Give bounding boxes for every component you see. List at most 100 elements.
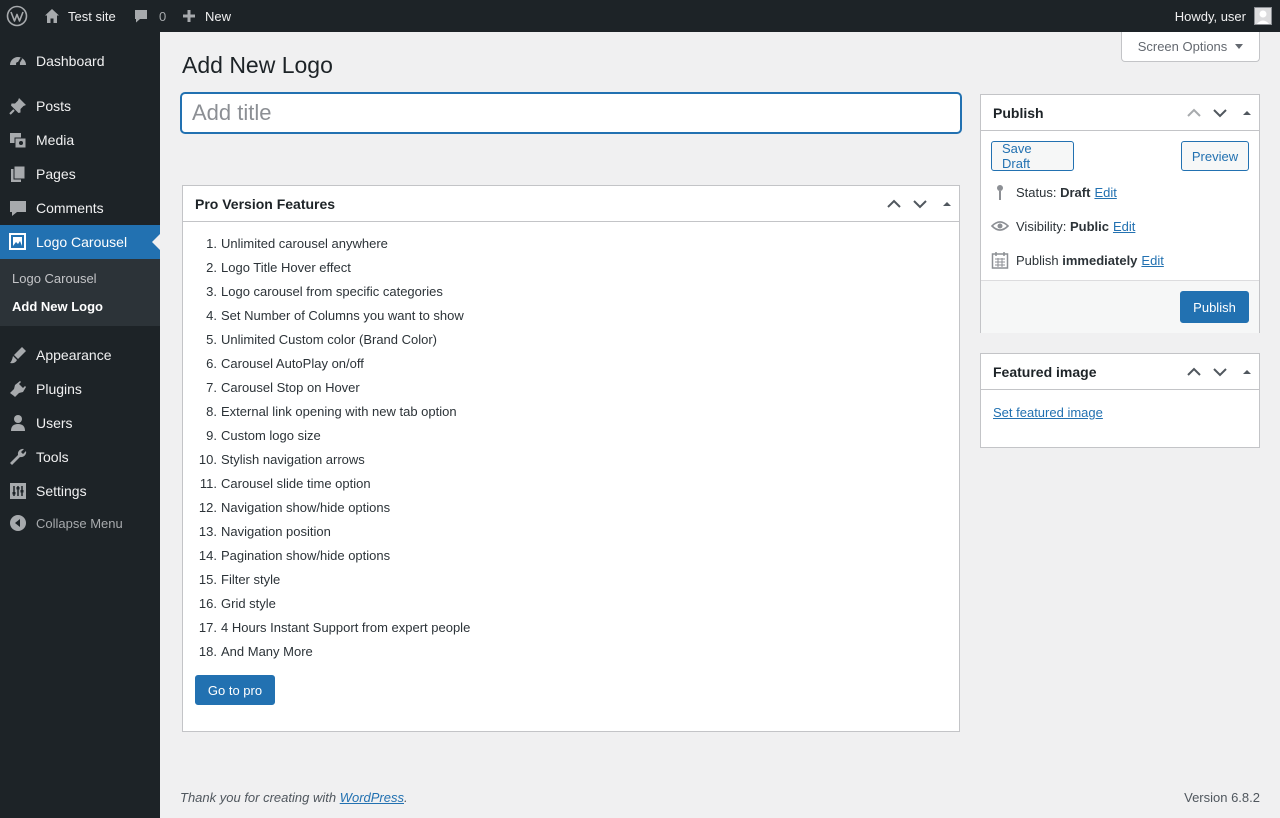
wordpress-logo-icon[interactable] <box>6 0 28 32</box>
screen-options-button[interactable]: Screen Options <box>1121 32 1260 62</box>
brush-icon <box>8 345 28 365</box>
sidebar-item-users[interactable]: Users <box>0 406 160 440</box>
comment-icon <box>8 198 28 218</box>
sidebar-item-pages[interactable]: Pages <box>0 157 160 191</box>
sidebar-item-label: Comments <box>36 200 104 216</box>
home-icon <box>44 8 60 24</box>
sidebar-item-label: Posts <box>36 98 72 114</box>
collapse-menu-button[interactable]: Collapse Menu <box>0 506 160 540</box>
visibility-value: Public <box>1069 218 1109 234</box>
comments-count: 0 <box>159 8 167 24</box>
sidebar-item-label: Settings <box>36 483 87 499</box>
sidebar-item-logo-carousel[interactable]: Logo Carousel <box>0 225 160 259</box>
new-label: New <box>205 8 232 24</box>
sidebar-item-tools[interactable]: Tools <box>0 440 160 474</box>
admin-sidebar: Dashboard Posts Media Pages Comments Log… <box>0 32 160 818</box>
sidebar-item-label: Media <box>36 132 75 148</box>
dashboard-icon <box>8 51 28 71</box>
edit-publish-date-link[interactable]: Edit <box>1141 253 1163 268</box>
move-down-chevron-icon[interactable] <box>910 194 930 214</box>
pro-features-box: Pro Version Features 1. Unlimited carouse… <box>182 185 960 732</box>
move-down-chevron-icon[interactable] <box>1210 103 1230 123</box>
edit-status-link[interactable]: Edit <box>1094 185 1116 200</box>
sidebar-item-label: Plugins <box>36 381 82 397</box>
go-to-pro-button[interactable]: Go to pro <box>195 675 275 705</box>
plug-icon <box>8 379 28 399</box>
collapse-arrow-icon <box>8 513 28 533</box>
screen-options-label: Screen Options <box>1137 39 1228 54</box>
list-item: 4. Set Number of Columns you want to show <box>206 308 464 323</box>
comment-bubble-icon <box>133 8 149 24</box>
my-account-link[interactable]: Howdy, user <box>1175 0 1272 32</box>
sidebar-item-settings[interactable]: Settings <box>0 474 160 508</box>
collapse-menu-label: Collapse Menu <box>36 515 123 531</box>
edit-visibility-link[interactable]: Edit <box>1113 219 1135 234</box>
howdy-label: Howdy, user <box>1174 8 1246 24</box>
sidebar-item-comments[interactable]: Comments <box>0 191 160 225</box>
move-down-chevron-icon[interactable] <box>1210 362 1230 382</box>
new-content-link[interactable]: New <box>181 0 231 32</box>
comments-link[interactable]: 0 <box>133 0 166 32</box>
move-up-chevron-icon[interactable] <box>1184 103 1204 123</box>
sidebar-item-label: Logo Carousel <box>36 234 128 250</box>
publish-value: immediately <box>1062 252 1138 268</box>
sidebar-item-dashboard[interactable]: Dashboard <box>0 44 160 78</box>
sidebar-item-appearance[interactable]: Appearance <box>0 338 160 372</box>
post-title-input[interactable] <box>181 93 961 133</box>
calendar-icon <box>991 251 1009 269</box>
sidebar-item-label: Users <box>36 415 73 431</box>
publish-label: Publish <box>1016 252 1059 268</box>
site-name-link[interactable]: Test site <box>44 0 116 32</box>
list-item: 12. Navigation show/hide options <box>198 500 391 515</box>
list-item: 18. And Many More <box>198 644 313 659</box>
move-up-chevron-icon[interactable] <box>1184 362 1204 382</box>
sidebar-item-label: Pages <box>36 166 76 182</box>
list-item: 1. Unlimited carousel anywhere <box>206 236 388 251</box>
preview-button[interactable]: Preview <box>1181 141 1249 171</box>
images-icon <box>8 232 28 252</box>
list-item: 8. External link opening with new tab opt… <box>206 404 457 419</box>
status-row: Status: Draft Edit <box>991 183 1117 201</box>
toggle-panel-icon[interactable] <box>1237 362 1257 382</box>
wordpress-link[interactable]: WordPress <box>340 790 404 805</box>
list-item: 14. Pagination show/hide options <box>198 548 391 563</box>
publish-actions: Publish <box>981 280 1259 333</box>
set-featured-image-link[interactable]: Set featured image <box>993 405 1103 420</box>
featured-image-header: Featured image <box>981 354 1259 390</box>
submenu-item-logo-carousel[interactable]: Logo Carousel <box>12 271 97 286</box>
sidebar-item-plugins[interactable]: Plugins <box>0 372 160 406</box>
pages-icon <box>8 164 28 184</box>
pro-features-list: 1. Unlimited carousel anywhere 2. Logo Tit… <box>195 232 470 664</box>
list-item: 11. Carousel slide time option <box>199 476 371 491</box>
list-item: 7. Carousel Stop on Hover <box>206 380 360 395</box>
admin-bar: Test site 0 New Howdy, user <box>0 0 1280 32</box>
eye-icon <box>990 217 1010 235</box>
featured-image-box: Featured image Set featured image <box>980 353 1260 448</box>
move-up-chevron-icon[interactable] <box>884 194 904 214</box>
publish-header: Publish <box>981 95 1259 131</box>
caret-down-icon <box>1235 44 1244 49</box>
list-item: 16. Grid style <box>198 596 276 611</box>
footer-version: Version 6.8.2 <box>1184 790 1260 805</box>
publish-title: Publish <box>993 105 1044 121</box>
status-value: Draft <box>1060 184 1091 200</box>
sidebar-item-media[interactable]: Media <box>0 123 160 157</box>
visibility-label: Visibility: <box>1016 218 1067 234</box>
status-label: Status: <box>1016 184 1057 200</box>
list-item: 3. Logo carousel from specific categories <box>206 284 443 299</box>
publish-date-row: Publish immediately Edit <box>991 251 1164 269</box>
site-name-label: Test site <box>68 8 116 24</box>
wrench-icon <box>8 447 28 467</box>
toggle-panel-icon[interactable] <box>937 194 957 214</box>
save-draft-button[interactable]: Save Draft <box>991 141 1074 171</box>
list-item: 9. Custom logo size <box>206 428 321 443</box>
sidebar-item-posts[interactable]: Posts <box>0 89 160 123</box>
toggle-panel-icon[interactable] <box>1237 103 1257 123</box>
publish-button[interactable]: Publish <box>1180 291 1249 323</box>
sliders-icon <box>8 481 28 501</box>
submenu-item-add-new-logo[interactable]: Add New Logo <box>12 299 103 314</box>
list-item: 15. Filter style <box>198 572 281 587</box>
user-icon <box>8 413 28 433</box>
publish-box: Publish Save Draft Preview Status: Draft… <box>980 94 1260 333</box>
page-title: Add New Logo <box>182 52 333 78</box>
